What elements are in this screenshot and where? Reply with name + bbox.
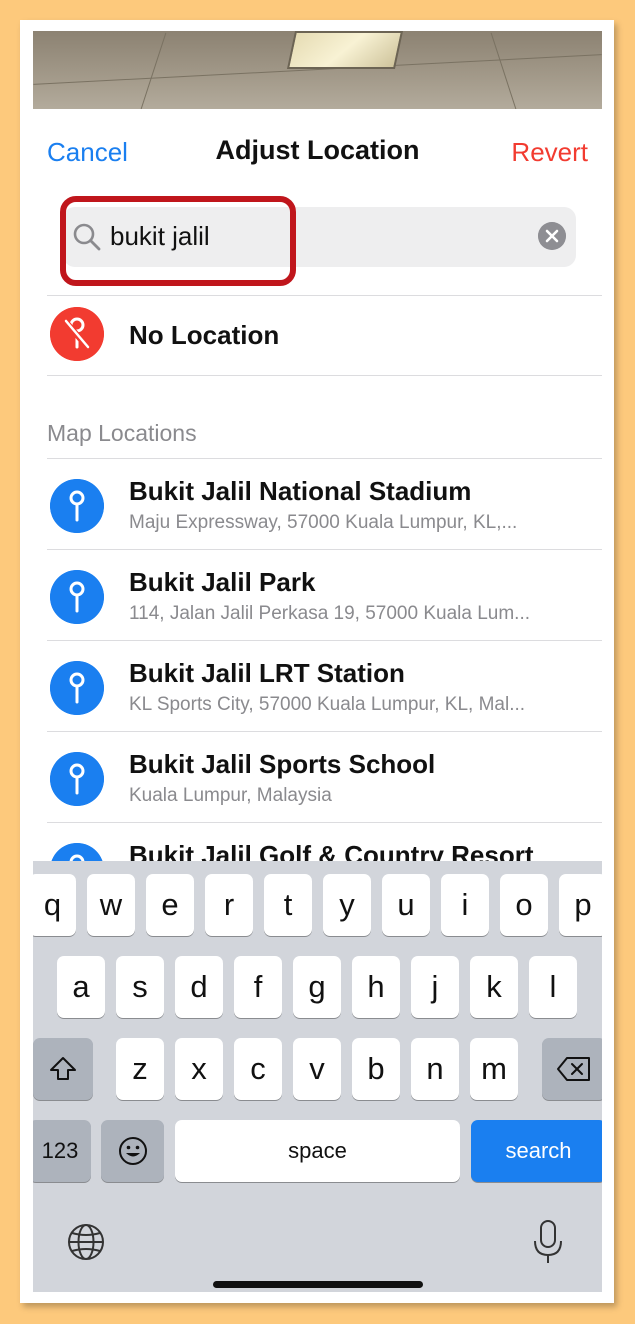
key-x[interactable]: x <box>175 1038 223 1100</box>
key-k[interactable]: k <box>470 956 518 1018</box>
location-result-row[interactable]: Bukit Jalil National Stadium Maju Expres… <box>33 459 602 550</box>
emoji-key[interactable] <box>101 1120 164 1182</box>
key-j[interactable]: j <box>411 956 459 1018</box>
revert-button[interactable]: Revert <box>511 137 588 168</box>
key-a[interactable]: a <box>57 956 105 1018</box>
key-t[interactable]: t <box>264 874 312 936</box>
ceiling-light <box>286 31 404 69</box>
home-indicator <box>213 1281 423 1288</box>
key-e[interactable]: e <box>146 874 194 936</box>
location-address: Kuala Lumpur, Malaysia <box>129 785 332 806</box>
key-q[interactable]: q <box>33 874 76 936</box>
key-h[interactable]: h <box>352 956 400 1018</box>
key-m[interactable]: m <box>470 1038 518 1100</box>
key-o[interactable]: o <box>500 874 548 936</box>
map-pin-icon <box>50 479 104 533</box>
background-photo <box>33 31 602 109</box>
location-title: Bukit Jalil National Stadium <box>129 476 472 506</box>
key-v[interactable]: v <box>293 1038 341 1100</box>
section-header-map-locations: Map Locations <box>47 420 197 446</box>
location-title: Bukit Jalil Park <box>129 567 316 597</box>
location-title: Bukit Jalil Sports School <box>129 749 436 779</box>
space-key[interactable]: space <box>175 1120 460 1182</box>
search-highlight-annotation <box>60 196 296 286</box>
key-c[interactable]: c <box>234 1038 282 1100</box>
key-z[interactable]: z <box>116 1038 164 1100</box>
location-address: Maju Expressway, 57000 Kuala Lumpur, KL,… <box>129 512 518 533</box>
key-f[interactable]: f <box>234 956 282 1018</box>
key-s[interactable]: s <box>116 956 164 1018</box>
key-g[interactable]: g <box>293 956 341 1018</box>
key-r[interactable]: r <box>205 874 253 936</box>
location-address: 114, Jalan Jalil Perkasa 19, 57000 Kuala… <box>129 603 531 624</box>
key-n[interactable]: n <box>411 1038 459 1100</box>
shift-arrow-icon <box>50 1057 76 1080</box>
key-p[interactable]: p <box>559 874 602 936</box>
key-w[interactable]: w <box>87 874 135 936</box>
key-l[interactable]: l <box>529 956 577 1018</box>
key-y[interactable]: y <box>323 874 371 936</box>
location-result-row[interactable]: Bukit Jalil LRT Station KL Sports City, … <box>33 641 602 732</box>
clear-search-icon[interactable] <box>538 222 566 250</box>
delete-key[interactable] <box>542 1038 602 1100</box>
map-pin-icon <box>50 661 104 715</box>
divider <box>47 295 602 296</box>
key-d[interactable]: d <box>175 956 223 1018</box>
microphone-icon[interactable] <box>531 1219 565 1265</box>
globe-icon[interactable] <box>66 1222 106 1262</box>
divider <box>47 375 602 376</box>
keyboard: q w e r t y u i o p a s d f g h j k l z … <box>33 861 602 1292</box>
no-location-label: No Location <box>129 320 280 350</box>
backspace-icon <box>557 1057 590 1081</box>
location-result-row[interactable]: Bukit Jalil Sports School Kuala Lumpur, … <box>33 732 602 823</box>
no-location-icon <box>50 307 104 361</box>
phone-screen: Cancel Adjust Location Revert bukit jali… <box>33 31 602 1292</box>
location-address: KL Sports City, 57000 Kuala Lumpur, KL, … <box>129 694 526 715</box>
shift-key[interactable] <box>33 1038 93 1100</box>
location-result-row[interactable]: Bukit Jalil Park 114, Jalan Jalil Perkas… <box>33 550 602 641</box>
emoji-icon <box>118 1137 147 1165</box>
key-b[interactable]: b <box>352 1038 400 1100</box>
numbers-key[interactable]: 123 <box>33 1120 91 1182</box>
location-title: Bukit Jalil LRT Station <box>129 658 405 688</box>
search-key[interactable]: search <box>471 1120 602 1182</box>
key-u[interactable]: u <box>382 874 430 936</box>
map-pin-icon <box>50 570 104 624</box>
map-pin-icon <box>50 752 104 806</box>
key-i[interactable]: i <box>441 874 489 936</box>
adjust-location-sheet: Cancel Adjust Location Revert bukit jali… <box>33 109 602 897</box>
